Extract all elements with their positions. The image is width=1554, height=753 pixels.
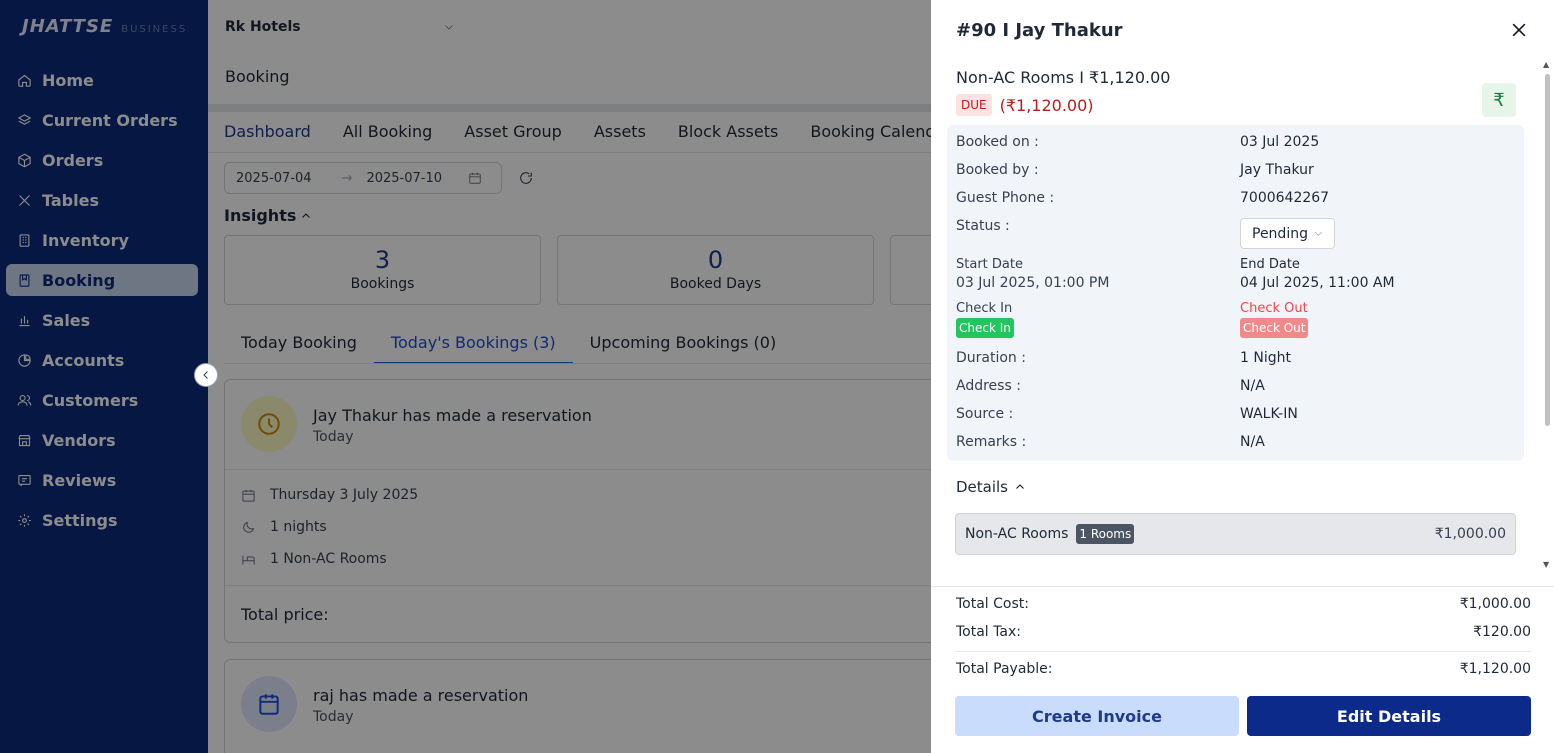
address-value: N/A — [1240, 378, 1265, 394]
status-value: Pending — [1252, 225, 1308, 242]
end-date-label: End Date — [1240, 257, 1300, 272]
edit-details-button[interactable]: Edit Details — [1247, 696, 1531, 736]
source-value: WALK-IN — [1240, 406, 1298, 422]
duration-label: Duration : — [956, 350, 1026, 366]
start-date-label: Start Date — [956, 257, 1023, 272]
scroll-up-icon[interactable]: ▲ — [1543, 60, 1549, 69]
total-payable-row: Total Payable: ₹1,120.00 — [956, 661, 1531, 677]
check-out-button[interactable]: Check Out — [1240, 318, 1309, 338]
duration-value: 1 Night — [1240, 350, 1291, 366]
remarks-label: Remarks : — [956, 434, 1027, 450]
booking-detail-drawer: #90 I Jay Thakur Non-AC Rooms I ₹1,120.0… — [931, 0, 1554, 753]
close-button[interactable] — [1509, 20, 1529, 40]
booked-by-label: Booked by : — [956, 162, 1039, 178]
due-badge: DUE — [956, 94, 992, 116]
source-label: Source : — [956, 406, 1014, 422]
detail-item-amount: ₹1,000.00 — [1434, 526, 1506, 542]
total-cost-label: Total Cost: — [956, 596, 1029, 612]
chevron-up-icon — [1016, 484, 1024, 489]
total-tax-value: ₹120.00 — [1473, 624, 1531, 640]
total-payable-value: ₹1,120.00 — [1459, 661, 1531, 677]
booked-on-value: 03 Jul 2025 — [1240, 134, 1320, 150]
divider — [956, 651, 1531, 652]
details-toggle[interactable]: Details — [956, 478, 1026, 496]
scroll-down-icon[interactable]: ▼ — [1543, 560, 1549, 569]
scrollbar[interactable]: ▲ ▼ — [1543, 60, 1551, 575]
divider — [931, 586, 1554, 587]
create-invoice-button[interactable]: Create Invoice — [955, 696, 1239, 736]
status-select[interactable]: Pending — [1240, 218, 1335, 249]
start-date-value: 03 Jul 2025, 01:00 PM — [956, 275, 1110, 291]
details-label: Details — [956, 478, 1009, 496]
booking-info-panel: Booked on : 03 Jul 2025 Booked by : Jay … — [947, 125, 1524, 461]
total-tax-label: Total Tax: — [956, 624, 1021, 640]
rupee-icon: ₹ — [1493, 89, 1505, 111]
total-cost-value: ₹1,000.00 — [1459, 596, 1531, 612]
end-date-value: 04 Jul 2025, 11:00 AM — [1240, 275, 1395, 291]
drawer-title: #90 I Jay Thakur — [956, 20, 1123, 41]
payment-button[interactable]: ₹ — [1482, 83, 1516, 117]
modal-backdrop[interactable] — [0, 0, 931, 753]
check-in-button[interactable]: Check In — [956, 318, 1014, 338]
close-icon — [1512, 23, 1526, 37]
check-out-label: Check Out — [1240, 301, 1308, 316]
guest-phone-label: Guest Phone : — [956, 190, 1055, 206]
chevron-down-icon — [1315, 231, 1322, 236]
address-label: Address : — [956, 378, 1021, 394]
sidebar-collapse-button[interactable] — [194, 363, 218, 387]
booked-by-value: Jay Thakur — [1240, 162, 1314, 178]
room-summary: Non-AC Rooms I ₹1,120.00 — [956, 68, 1171, 87]
total-cost-row: Total Cost: ₹1,000.00 — [956, 596, 1531, 612]
guest-phone-value: 7000642267 — [1240, 190, 1330, 206]
detail-item-row: Non-AC Rooms 1 Rooms ₹1,000.00 — [955, 513, 1516, 555]
status-label: Status : — [956, 218, 1010, 234]
scrollbar-thumb[interactable] — [1545, 74, 1550, 426]
remarks-value: N/A — [1240, 434, 1265, 450]
detail-item-name: Non-AC Rooms — [965, 526, 1069, 542]
total-tax-row: Total Tax: ₹120.00 — [956, 624, 1531, 640]
due-row: DUE (₹1,120.00) — [956, 94, 1094, 116]
due-amount: (₹1,120.00) — [999, 95, 1094, 115]
total-payable-label: Total Payable: — [956, 661, 1053, 677]
check-in-label: Check In — [956, 301, 1013, 316]
rooms-badge: 1 Rooms — [1076, 524, 1135, 544]
booked-on-label: Booked on : — [956, 134, 1039, 150]
chevron-left-icon — [203, 371, 208, 379]
